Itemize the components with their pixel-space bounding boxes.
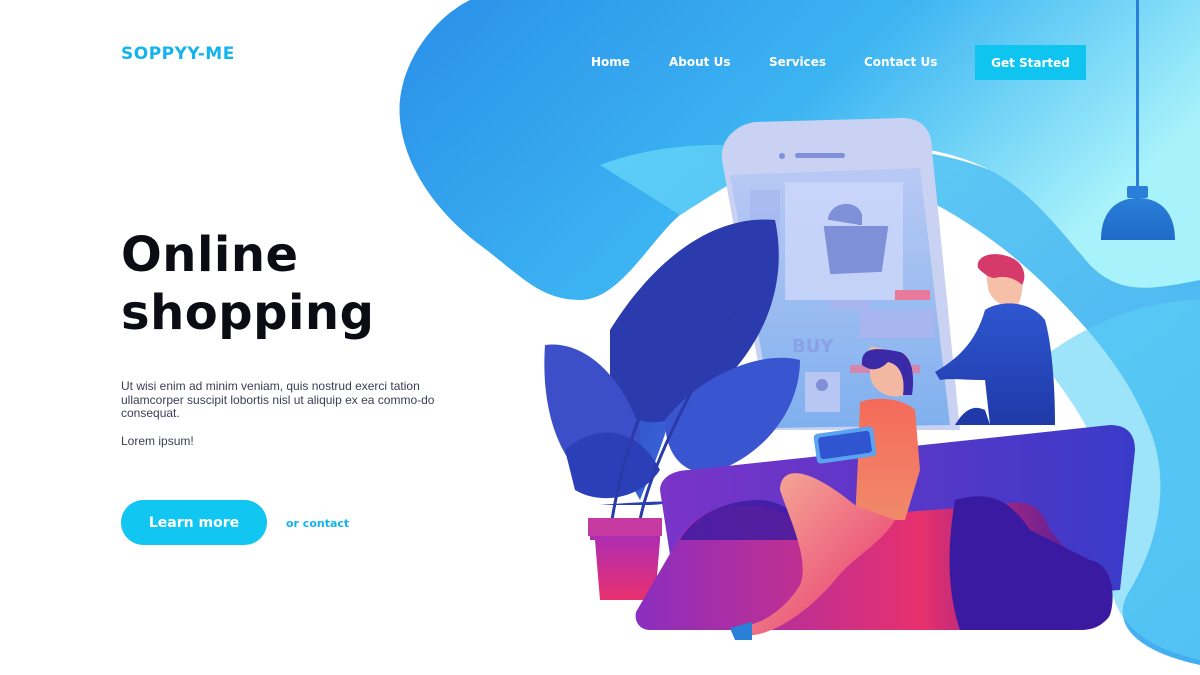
learn-more-button[interactable]: Learn more xyxy=(121,500,267,545)
hero-subtext: Lorem ipsum! xyxy=(121,434,194,448)
get-started-button[interactable]: Get Started xyxy=(975,45,1086,80)
nav-link-contact-us[interactable]: Contact Us xyxy=(864,55,937,69)
hero-description: Ut wisi enim ad minim veniam, quis nostr… xyxy=(121,379,435,420)
hero-title: Online shopping xyxy=(121,226,374,342)
brand-logo[interactable]: SOPPYY-ME xyxy=(121,44,235,64)
nav-link-services[interactable]: Services xyxy=(769,55,826,69)
hero-title-line-1: Online xyxy=(121,227,299,283)
nav-link-about-us[interactable]: About Us xyxy=(669,55,730,69)
nav-link-home[interactable]: Home xyxy=(591,55,630,69)
hero-title-line-2: shopping xyxy=(121,285,375,341)
buy-label: BUY xyxy=(792,336,834,357)
contact-link[interactable]: or contact xyxy=(286,517,349,530)
